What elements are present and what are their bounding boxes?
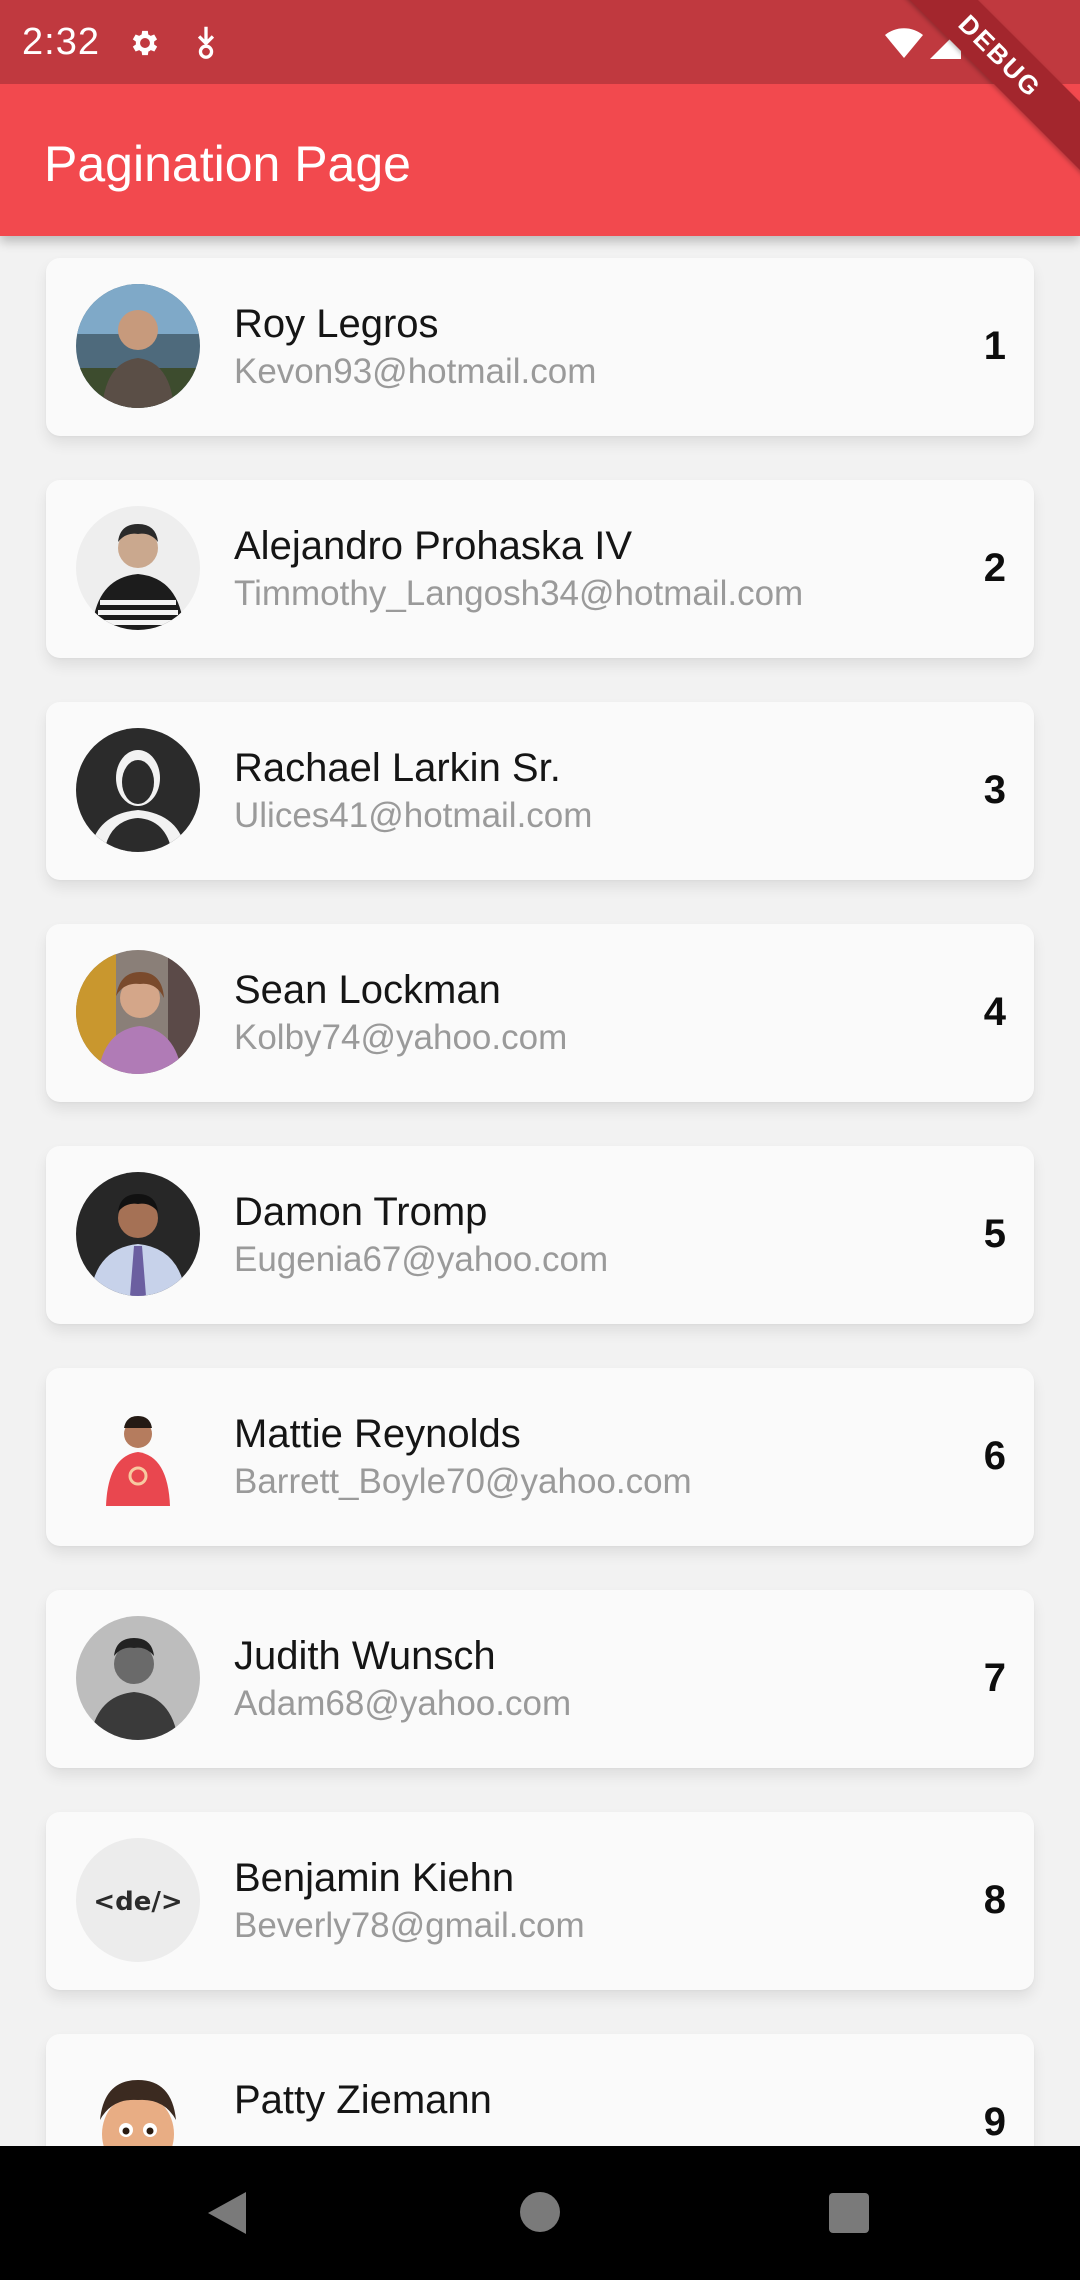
wifi-icon — [885, 28, 923, 58]
status-bar: 2:32 — [0, 0, 1080, 84]
user-avatar — [76, 950, 200, 1074]
user-card[interactable]: Damon Tromp Eugenia67@yahoo.com 5 — [46, 1146, 1034, 1324]
user-index: 5 — [983, 1212, 1006, 1256]
user-index: 9 — [983, 2100, 1006, 2144]
user-name: Damon Tromp — [234, 1190, 488, 1234]
recents-icon[interactable] — [828, 2192, 870, 2234]
user-email: Kevon93@hotmail.com — [234, 352, 597, 391]
user-avatar — [76, 506, 200, 630]
navigation-bar — [0, 2146, 1080, 2280]
user-card[interactable]: Mattie Reynolds Barrett_Boyle70@yahoo.co… — [46, 1368, 1034, 1546]
avatar-logo-text: <de/> — [93, 1887, 182, 1917]
user-card[interactable]: Roy Legros Kevon93@hotmail.com 1 — [46, 258, 1034, 436]
user-email: Beverly78@gmail.com — [234, 1906, 585, 1945]
download-icon — [197, 26, 215, 59]
user-index: 2 — [983, 546, 1006, 590]
gear-icon — [132, 30, 158, 56]
user-index: 7 — [983, 1656, 1006, 1700]
user-avatar — [76, 1616, 200, 1740]
user-index: 1 — [983, 324, 1006, 368]
user-name: Mattie Reynolds — [234, 1412, 521, 1456]
user-email: Ulices41@hotmail.com — [234, 796, 593, 835]
user-email: Timmothy_Langosh34@hotmail.com — [234, 574, 804, 613]
page-title: Pagination Page — [44, 136, 411, 192]
user-email: Barrett_Boyle70@yahoo.com — [234, 1462, 692, 1501]
user-index: 3 — [983, 768, 1006, 812]
user-avatar — [76, 728, 200, 852]
user-avatar: <de/> — [76, 1838, 200, 1962]
user-avatar — [76, 284, 200, 408]
user-card[interactable]: Judith Wunsch Adam68@yahoo.com 7 — [46, 1590, 1034, 1768]
app-bar: Pagination Page — [0, 84, 1080, 236]
user-name: Patty Ziemann — [234, 2078, 492, 2122]
user-card[interactable]: Sean Lockman Kolby74@yahoo.com 4 — [46, 924, 1034, 1102]
user-email: Adam68@yahoo.com — [234, 1684, 572, 1723]
user-email: Eugenia67@yahoo.com — [234, 1240, 609, 1279]
screen: 2:32 DEBUG Pagination Page Roy Legros Ke… — [0, 0, 1080, 2280]
user-name: Rachael Larkin Sr. — [234, 746, 561, 790]
user-avatar — [76, 1172, 200, 1296]
user-index: 6 — [983, 1434, 1006, 1478]
user-card[interactable]: Alejandro Prohaska IV Timmothy_Langosh34… — [46, 480, 1034, 658]
user-index: 4 — [983, 990, 1006, 1034]
status-time: 2:32 — [22, 21, 100, 63]
user-list[interactable]: Roy Legros Kevon93@hotmail.com 1 Alejand… — [0, 236, 1080, 2146]
home-icon[interactable] — [518, 2190, 562, 2234]
user-card[interactable]: Rachael Larkin Sr. Ulices41@hotmail.com … — [46, 702, 1034, 880]
user-name: Benjamin Kiehn — [234, 1856, 515, 1900]
user-email: Kolby74@yahoo.com — [234, 1018, 568, 1057]
user-name: Judith Wunsch — [234, 1634, 496, 1678]
user-avatar — [76, 1394, 200, 1518]
user-name: Sean Lockman — [234, 968, 501, 1012]
user-name: Roy Legros — [234, 302, 439, 346]
user-avatar — [76, 2060, 200, 2146]
user-card[interactable]: Patty Ziemann 9 — [46, 2034, 1034, 2146]
back-icon[interactable] — [202, 2188, 250, 2238]
user-card[interactable]: <de/> Benjamin Kiehn Beverly78@gmail.com… — [46, 1812, 1034, 1990]
user-name: Alejandro Prohaska IV — [234, 524, 633, 568]
user-index: 8 — [983, 1878, 1006, 1922]
